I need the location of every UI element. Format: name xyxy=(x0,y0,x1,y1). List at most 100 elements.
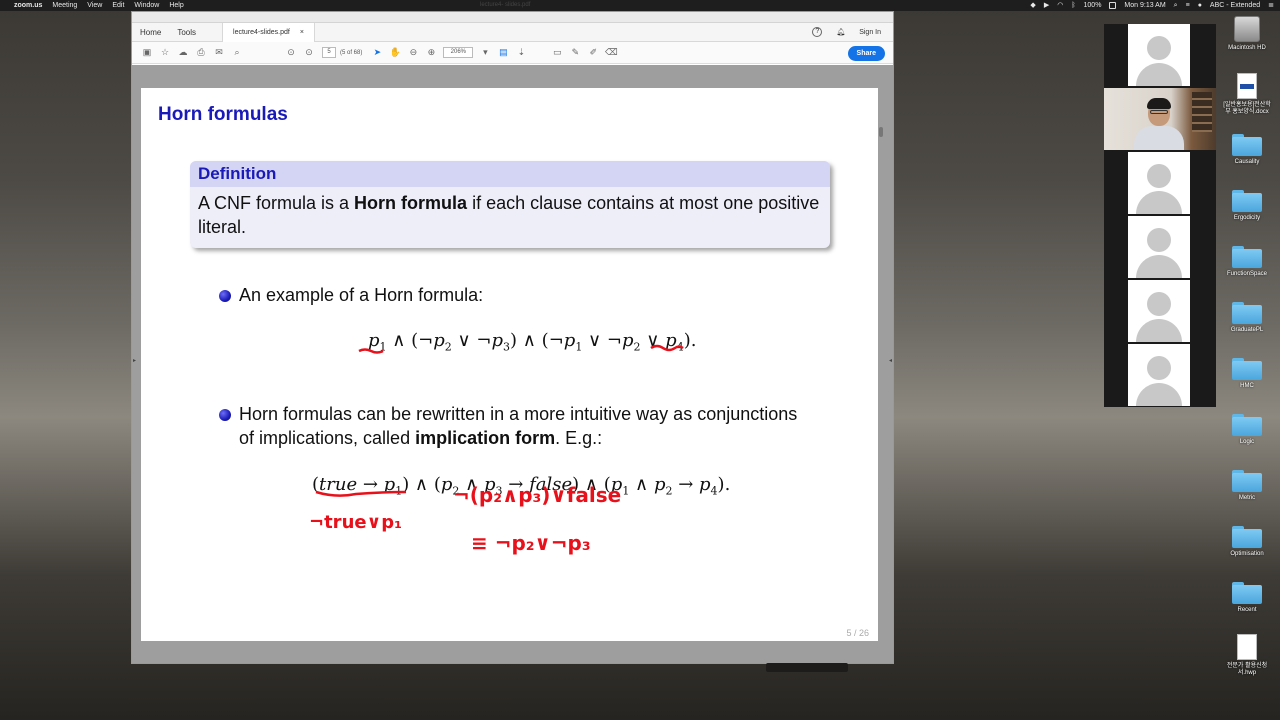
email-icon[interactable]: ✉ xyxy=(210,47,228,58)
battery-text[interactable]: 100% xyxy=(1084,0,1102,11)
spotlight-icon[interactable]: ⌕ xyxy=(1174,0,1178,11)
tab-home[interactable]: Home xyxy=(132,28,169,37)
folder-icon xyxy=(1232,190,1262,212)
hand-tool-icon[interactable]: ✋ xyxy=(386,47,404,58)
slide-title: Horn formulas xyxy=(158,104,288,125)
help-icon[interactable]: ? xyxy=(812,27,823,37)
desktop-icon-label: Recent xyxy=(1237,607,1257,613)
control-center-icon[interactable]: ≡ xyxy=(1186,0,1190,11)
zoom-participant-strip xyxy=(1104,24,1216,407)
participant-avatar[interactable] xyxy=(1128,24,1190,86)
desktop-icon-label: Logic xyxy=(1239,439,1255,445)
acrobat-tabbar: Home Tools lecture4-slides.pdf × ? 🔔︎ Si… xyxy=(132,22,893,42)
print-icon[interactable]: ⎙ xyxy=(192,47,210,58)
bluetooth-icon[interactable]: ᛒ xyxy=(1071,0,1075,11)
desktop-icon-label: [일반홍보용]전산학부 홍보양식.docx xyxy=(1223,102,1271,115)
definition-block: Definition A CNF formula is a Horn formu… xyxy=(190,161,830,248)
bullet-example-text: An example of a Horn formula: xyxy=(239,285,484,305)
bullet-icon xyxy=(219,409,231,421)
bookmark-star-icon[interactable]: ☆ xyxy=(156,47,174,58)
scrollbar-thumb[interactable] xyxy=(879,127,883,137)
zoom-in-icon[interactable]: ⊕ xyxy=(422,47,440,58)
upload-cloud-icon[interactable]: ☁ xyxy=(174,47,192,58)
tab-tools[interactable]: Tools xyxy=(169,28,204,37)
desktop-icon-ergodicity[interactable]: Ergodicity xyxy=(1222,190,1272,222)
folder-icon xyxy=(1232,246,1262,268)
hard-drive-icon xyxy=(1234,16,1260,42)
search-icon[interactable]: ⌕ xyxy=(228,47,246,58)
desktop-icon-macintosh-hd[interactable]: Macintosh HD xyxy=(1222,16,1272,52)
menu-edit[interactable]: Edit xyxy=(112,0,124,11)
participant-video[interactable] xyxy=(1104,88,1216,150)
document-tab-label: lecture4-slides.pdf xyxy=(233,28,290,36)
page-count-text: (5 of 68) xyxy=(340,49,363,56)
desktop-icon-causality[interactable]: Causality xyxy=(1222,134,1272,166)
folder-icon xyxy=(1232,134,1262,156)
select-cursor-icon[interactable]: ➤ xyxy=(368,47,386,58)
menu-view[interactable]: View xyxy=(87,0,102,11)
menu-help[interactable]: Help xyxy=(169,0,183,11)
menu-meeting[interactable]: Meeting xyxy=(52,0,77,11)
desktop-icon-graduatepl[interactable]: GraduatePL xyxy=(1222,302,1272,334)
desktop-icon-label: Metric xyxy=(1238,495,1256,501)
highlight-pen-icon[interactable]: ✎ xyxy=(566,47,584,58)
save-icon[interactable]: ▣ xyxy=(138,47,156,58)
desktop-icon-logic[interactable]: Logic xyxy=(1222,414,1272,446)
zoom-status-icon[interactable]: ▶ xyxy=(1044,0,1049,11)
zoom-out-icon[interactable]: ⊖ xyxy=(404,47,422,58)
notification-bell-icon[interactable]: 🔔︎ xyxy=(836,28,845,36)
acrobat-window: Home Tools lecture4-slides.pdf × ? 🔔︎ Si… xyxy=(131,11,894,664)
scroll-mode-icon[interactable]: ⇣ xyxy=(512,47,530,58)
dropbox-icon[interactable]: ◆ xyxy=(1030,0,1035,11)
page-view-icon[interactable]: ▤ xyxy=(494,47,512,58)
document-viewport[interactable]: ▸ ◂ Horn formulas Definition A CNF formu… xyxy=(132,65,893,663)
tab-document[interactable]: lecture4-slides.pdf × xyxy=(222,22,315,42)
battery-icon[interactable] xyxy=(1109,2,1117,9)
clock-text[interactable]: Mon 9:13 AM xyxy=(1124,0,1165,11)
erase-icon[interactable]: ⌫ xyxy=(602,47,620,58)
participant-avatar[interactable] xyxy=(1128,216,1190,278)
desktop-icon-label: Ergodicity xyxy=(1233,215,1261,221)
page-number-input[interactable]: 5 xyxy=(322,47,336,58)
input-source-text[interactable]: ABC - Extended xyxy=(1210,0,1260,11)
menu-app-name[interactable]: zoom.us xyxy=(14,0,42,11)
desktop-icon-label: HMC xyxy=(1240,383,1254,389)
desktop-icon-recent[interactable]: Recent xyxy=(1222,582,1272,614)
previous-page-icon[interactable]: ⊙ xyxy=(282,47,300,58)
next-page-icon[interactable]: ⊙ xyxy=(300,47,318,58)
participant-avatar[interactable] xyxy=(1128,344,1190,406)
close-tab-icon[interactable]: × xyxy=(300,23,304,42)
acrobat-toolbar: ▣ ☆ ☁ ⎙ ✉ ⌕ ⊙ ⊙ 5 (5 of 68) ➤ ✋ ⊖ ⊕ 206%… xyxy=(132,42,893,64)
desktop-icon-label: Macintosh HD xyxy=(1228,45,1266,51)
sign-in-link[interactable]: Sign In xyxy=(859,29,881,36)
share-button[interactable]: Share xyxy=(847,46,885,61)
wifi-icon[interactable]: ◠ xyxy=(1057,0,1063,11)
folder-icon xyxy=(1232,414,1262,436)
desktop-icon-label: GraduatePL xyxy=(1230,327,1264,333)
handwritten-note-2: ¬true∨p₁ xyxy=(309,512,402,533)
siri-icon[interactable]: ● xyxy=(1198,0,1202,11)
participant-avatar[interactable] xyxy=(1128,280,1190,342)
zoom-level-input[interactable]: 206% xyxy=(443,47,474,58)
desktop-icon-optimisation[interactable]: Optimisation xyxy=(1222,526,1272,558)
window-center-title: lecture4- slides.pdf xyxy=(480,2,531,8)
desktop-icon-label: Causality xyxy=(1234,159,1260,165)
comment-icon[interactable]: ▭ xyxy=(548,47,566,58)
left-panel-toggle-icon[interactable]: ▸ xyxy=(133,357,136,364)
desktop-icon-docx[interactable]: [일반홍보용]전산학부 홍보양식.docx xyxy=(1222,73,1272,116)
desktop-icon-hmc[interactable]: HMC xyxy=(1222,358,1272,390)
desktop-icon-metric[interactable]: Metric xyxy=(1222,470,1272,502)
document-icon xyxy=(1237,634,1257,660)
handwritten-note-1: ¬(p₂∧p₃)∨false xyxy=(453,483,622,507)
desktop-icon-hwp[interactable]: 전문가 활용신청서.hwp xyxy=(1222,634,1272,677)
draw-icon[interactable]: ✐ xyxy=(584,47,602,58)
background-rock xyxy=(766,663,848,672)
mac-menubar: zoom.us Meeting View Edit Window Help le… xyxy=(0,0,1280,11)
notification-icon[interactable]: ≣ xyxy=(1268,0,1274,11)
participant-avatar[interactable] xyxy=(1128,152,1190,214)
right-panel-toggle-icon[interactable]: ◂ xyxy=(889,357,892,364)
zoom-dropdown-icon[interactable]: ▾ xyxy=(476,47,494,58)
desktop-icon-functionspace[interactable]: FunctionSpace xyxy=(1222,246,1272,278)
menu-window[interactable]: Window xyxy=(134,0,159,11)
bullet-icon xyxy=(219,290,231,302)
